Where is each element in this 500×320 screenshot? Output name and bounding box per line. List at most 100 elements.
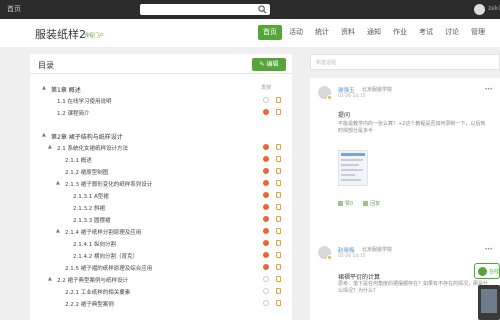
release-doc-icon[interactable] bbox=[276, 156, 281, 162]
avatar[interactable] bbox=[318, 246, 332, 260]
task-status-icon bbox=[263, 168, 269, 174]
post-author[interactable]: 赵晓梅 bbox=[338, 246, 355, 254]
toc-item-label[interactable]: 第1章 概述 bbox=[51, 85, 81, 94]
collapse-arrow-icon[interactable]: ▲ bbox=[42, 85, 48, 91]
search-icon[interactable] bbox=[258, 5, 267, 14]
nav-tab[interactable]: 通知 bbox=[362, 25, 386, 40]
toc-item[interactable]: ▲ 2.1 系统化女裙纸样设计方法 bbox=[30, 142, 292, 153]
nav-tab[interactable]: 资料 bbox=[336, 25, 360, 40]
nav-tab[interactable]: 首页 bbox=[258, 25, 282, 40]
toc-item[interactable]: 2.1.4.2 横向分割（育克） bbox=[30, 250, 292, 261]
toc-item-label[interactable]: 2.2.2 裙子典型案例 bbox=[65, 300, 114, 308]
toc-item[interactable]: 2.1.5 裙子褶的纸样原理及综合应用 bbox=[30, 262, 292, 273]
toc-item[interactable]: ▲ 2.1.4 裙子纸样分割原理及应用 bbox=[30, 226, 292, 237]
more-options-icon[interactable]: ••• bbox=[484, 246, 493, 253]
toc-item-label[interactable]: 2.1.3.2 斜裙 bbox=[73, 204, 105, 212]
post-school: 北京服装学院 bbox=[362, 87, 393, 93]
release-doc-icon[interactable] bbox=[276, 252, 281, 258]
toc-item[interactable]: 2.1.2 裙原型制图 bbox=[30, 166, 292, 177]
task-status-icon bbox=[263, 240, 269, 246]
toc-item-label[interactable]: 2.2 裙子典型案例与纸样设计 bbox=[57, 276, 128, 284]
collapse-arrow-icon[interactable]: ▲ bbox=[48, 144, 54, 150]
new-topic-input[interactable]: 新建话题 bbox=[310, 54, 500, 70]
toc-item[interactable]: 2.1.3.1 A型裙 bbox=[30, 190, 292, 201]
toc-item-label[interactable]: 2.1.4.1 纵向分割 bbox=[73, 240, 116, 248]
post-school: 北京服装学院 bbox=[362, 247, 393, 253]
release-doc-icon[interactable] bbox=[276, 168, 281, 174]
task-status-icon bbox=[263, 228, 269, 234]
toc-item-label[interactable]: 2.1.4 裙子纸样分割原理及应用 bbox=[65, 228, 141, 236]
mobile-app-preview[interactable] bbox=[478, 285, 500, 320]
course-portal-badge[interactable]: 课程门户 bbox=[84, 32, 104, 39]
online-float-button[interactable]: 在线 bbox=[474, 263, 500, 279]
release-doc-icon[interactable] bbox=[276, 204, 281, 210]
discussion-panel: 新建话题 谢强玉 北京服装学院 02-26 14:15 ••• 提问 不能是教学… bbox=[310, 54, 500, 320]
release-doc-icon[interactable] bbox=[276, 144, 281, 150]
edit-button[interactable]: ✎ 编辑 bbox=[252, 58, 286, 71]
discussion-post: 谢强玉 北京服装学院 02-26 14:15 ••• 提问 不能是教学内的一张么… bbox=[310, 78, 500, 260]
nav-tab[interactable]: 考试 bbox=[414, 25, 438, 40]
status-circle-icon bbox=[263, 288, 269, 294]
toc-item[interactable]: 1.1 在线学习使用说明 bbox=[30, 95, 292, 106]
release-doc-icon[interactable] bbox=[276, 192, 281, 198]
like-button[interactable]: 赞0 bbox=[338, 200, 353, 207]
release-doc-icon[interactable] bbox=[276, 180, 281, 186]
collapse-arrow-icon[interactable]: ▲ bbox=[56, 228, 62, 234]
toc-item[interactable]: 1.2 课程简介 bbox=[30, 107, 292, 118]
release-doc-icon[interactable] bbox=[276, 228, 281, 234]
toc-item[interactable]: 2.1.4.1 纵向分割 bbox=[30, 238, 292, 249]
toc-item[interactable]: 2.1.3.3 圆摆裙 bbox=[30, 214, 292, 225]
release-doc-icon[interactable] bbox=[276, 240, 281, 246]
release-doc-icon[interactable] bbox=[276, 264, 281, 270]
nav-tab[interactable]: 作业 bbox=[388, 25, 412, 40]
nav-tab[interactable]: 管理 bbox=[466, 25, 490, 40]
post-image[interactable] bbox=[338, 150, 368, 186]
toc-item-label[interactable]: 2.2.1 工业纸样的相关要素 bbox=[65, 288, 130, 296]
toc-item-label[interactable]: 2.1.3.1 A型裙 bbox=[73, 192, 109, 200]
toc-item[interactable]: ▲ 2.1.3 裙子廓形变化的纸样系列设计 bbox=[30, 178, 292, 189]
collapse-arrow-icon[interactable]: ▲ bbox=[42, 132, 48, 138]
toc-item-label[interactable]: 2.1 系统化女裙纸样设计方法 bbox=[57, 144, 128, 152]
post-author[interactable]: 谢强玉 bbox=[338, 86, 355, 94]
nav-tab[interactable]: 活动 bbox=[284, 25, 308, 40]
release-doc-icon[interactable] bbox=[276, 300, 281, 306]
toc-item-label[interactable]: 1.2 课程简介 bbox=[57, 109, 90, 117]
collapse-arrow-icon[interactable]: ▲ bbox=[56, 180, 62, 186]
toc-item-label[interactable]: 2.1.4.2 横向分割（育克） bbox=[73, 252, 138, 260]
toc-chapter[interactable]: ▲ 第2章 裙子结构与纸样设计 bbox=[30, 130, 292, 141]
reply-button[interactable]: 回复 bbox=[363, 200, 380, 207]
toc-item-label[interactable]: 2.1.5 裙子褶的纸样原理及综合应用 bbox=[65, 264, 152, 272]
task-status-icon bbox=[263, 192, 269, 198]
release-doc-icon[interactable] bbox=[276, 216, 281, 222]
new-topic-placeholder: 新建话题 bbox=[316, 60, 337, 66]
toc-item[interactable]: ▲ 2.2 裙子典型案例与纸样设计 bbox=[30, 274, 292, 285]
user-name[interactable]: zeki bbox=[488, 5, 500, 12]
toc-item-label[interactable]: 2.1.1 概述 bbox=[65, 156, 92, 164]
toc-item[interactable]: 2.1.1 概述 bbox=[30, 154, 292, 165]
release-doc-icon[interactable] bbox=[276, 288, 281, 294]
toc-item-label[interactable]: 2.1.2 裙原型制图 bbox=[65, 168, 108, 176]
release-doc-icon[interactable] bbox=[276, 97, 281, 103]
post-title[interactable]: 裙褶平衍的计算 bbox=[338, 272, 380, 281]
toc-item-label[interactable]: 2.1.3.3 圆摆裙 bbox=[73, 216, 111, 224]
user-avatar[interactable] bbox=[474, 4, 485, 15]
release-doc-icon[interactable] bbox=[276, 109, 281, 115]
collapse-arrow-icon[interactable]: ▲ bbox=[48, 276, 54, 282]
release-doc-icon[interactable] bbox=[276, 276, 281, 282]
post-title[interactable]: 提问 bbox=[338, 110, 350, 119]
more-options-icon[interactable]: ••• bbox=[484, 86, 493, 93]
toc-item[interactable]: 2.1.3.2 斜裙 bbox=[30, 202, 292, 213]
toc-item-label[interactable]: 2.1.3 裙子廓形变化的纸样系列设计 bbox=[65, 180, 152, 188]
search-input[interactable] bbox=[140, 4, 270, 15]
task-status-icon bbox=[263, 144, 269, 150]
toc-item[interactable]: 2.2.1 工业纸样的相关要素 bbox=[30, 286, 292, 297]
toc-item-label[interactable]: 第2章 裙子结构与纸样设计 bbox=[51, 132, 123, 141]
nav-tab[interactable]: 讨论 bbox=[440, 25, 464, 40]
toc-chapter[interactable]: ▲ 第1章 概述 bbox=[30, 83, 292, 94]
post-time: 02-26 14:15 bbox=[338, 254, 366, 259]
toc-item-label[interactable]: 1.1 在线学习使用说明 bbox=[57, 97, 112, 105]
toc-item[interactable]: 2.2.2 裙子典型案例 bbox=[30, 298, 292, 309]
nav-tab[interactable]: 统计 bbox=[310, 25, 334, 40]
home-link[interactable]: 首页 bbox=[7, 4, 21, 14]
avatar[interactable] bbox=[318, 86, 332, 100]
